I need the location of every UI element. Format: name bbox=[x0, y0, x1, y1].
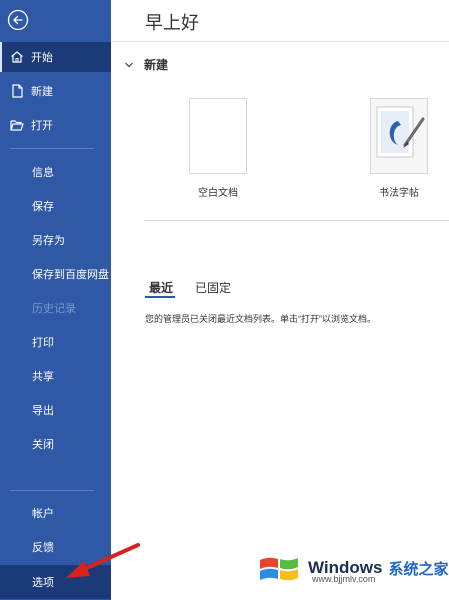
chevron-down-icon bbox=[125, 62, 133, 67]
sidebar-item-close[interactable]: 关闭 bbox=[0, 429, 111, 459]
sidebar-item-label: 选项 bbox=[32, 577, 54, 589]
sidebar-item-account[interactable]: 帐户 bbox=[0, 498, 111, 528]
calligraphy-template[interactable] bbox=[370, 98, 428, 174]
sidebar-item-print[interactable]: 打印 bbox=[0, 327, 111, 357]
sidebar-divider bbox=[10, 148, 94, 149]
sidebar-item-label: 反馈 bbox=[32, 542, 54, 554]
sidebar-item-label: 共享 bbox=[32, 371, 54, 383]
sidebar-item-label: 历史记录 bbox=[32, 303, 76, 315]
header-divider bbox=[111, 41, 449, 42]
recent-disabled-notice: 您的管理员已关闭最近文档列表。单击“打开”以浏览文档。 bbox=[145, 314, 376, 324]
blank-document-template[interactable] bbox=[189, 98, 247, 174]
sidebar-divider bbox=[10, 490, 94, 491]
sidebar-item-label: 新建 bbox=[31, 86, 53, 98]
sidebar-item-save-to-baidu[interactable]: 保存到百度网盘 bbox=[0, 259, 111, 289]
sidebar-item-label: 保存到百度网盘 bbox=[32, 269, 109, 281]
sidebar-item-label: 保存 bbox=[32, 201, 54, 213]
sidebar-item-export[interactable]: 导出 bbox=[0, 395, 111, 425]
sidebar-item-label: 关闭 bbox=[32, 439, 54, 451]
sidebar-item-open[interactable]: 打开 bbox=[0, 110, 111, 140]
template-label: 空白文档 bbox=[198, 188, 238, 199]
sidebar-item-label: 信息 bbox=[32, 167, 54, 179]
sidebar-item-label: 打开 bbox=[31, 120, 53, 132]
sidebar-item-save[interactable]: 保存 bbox=[0, 191, 111, 221]
back-arrow-icon[interactable] bbox=[7, 9, 29, 31]
sidebar-item-save-as[interactable]: 另存为 bbox=[0, 225, 111, 255]
sidebar-item-label: 开始 bbox=[31, 52, 53, 64]
tab-pinned[interactable]: 已固定 bbox=[195, 279, 231, 296]
tab-recent[interactable]: 最近 bbox=[149, 279, 173, 296]
template-label: 书法字帖 bbox=[379, 188, 419, 199]
greeting-title: 早上好 bbox=[145, 13, 199, 33]
backstage-sidebar: 开始 新建 打开 信息 保存 另存为 保存到百度网盘 历史记录 打印 共享 导出… bbox=[0, 0, 111, 600]
new-section-header[interactable]: 新建 bbox=[124, 56, 168, 73]
watermark-url: www.bjjmlv.com bbox=[312, 574, 376, 584]
sidebar-item-label: 导出 bbox=[32, 405, 54, 417]
sidebar-item-label: 帐户 bbox=[32, 508, 54, 520]
active-tab-indicator bbox=[145, 296, 175, 298]
calligraphy-brush-icon bbox=[376, 106, 425, 158]
home-icon bbox=[9, 49, 25, 65]
windows-logo-icon bbox=[260, 557, 298, 581]
sidebar-item-info[interactable]: 信息 bbox=[0, 157, 111, 187]
sidebar-item-history: 历史记录 bbox=[0, 293, 111, 323]
sidebar-item-feedback[interactable]: 反馈 bbox=[0, 532, 111, 562]
folder-open-icon bbox=[9, 117, 25, 133]
watermark-cn: 系统之家 bbox=[388, 560, 449, 578]
sidebar-item-share[interactable]: 共享 bbox=[0, 361, 111, 391]
new-section-title: 新建 bbox=[144, 58, 169, 72]
sidebar-item-options[interactable]: 选项 bbox=[0, 565, 111, 599]
sidebar-item-label: 打印 bbox=[32, 337, 54, 349]
sidebar-item-home[interactable]: 开始 bbox=[0, 42, 111, 72]
section-divider bbox=[145, 220, 449, 221]
sidebar-item-new[interactable]: 新建 bbox=[0, 76, 111, 106]
sidebar-item-label: 另存为 bbox=[32, 235, 65, 247]
new-document-icon bbox=[9, 83, 25, 99]
